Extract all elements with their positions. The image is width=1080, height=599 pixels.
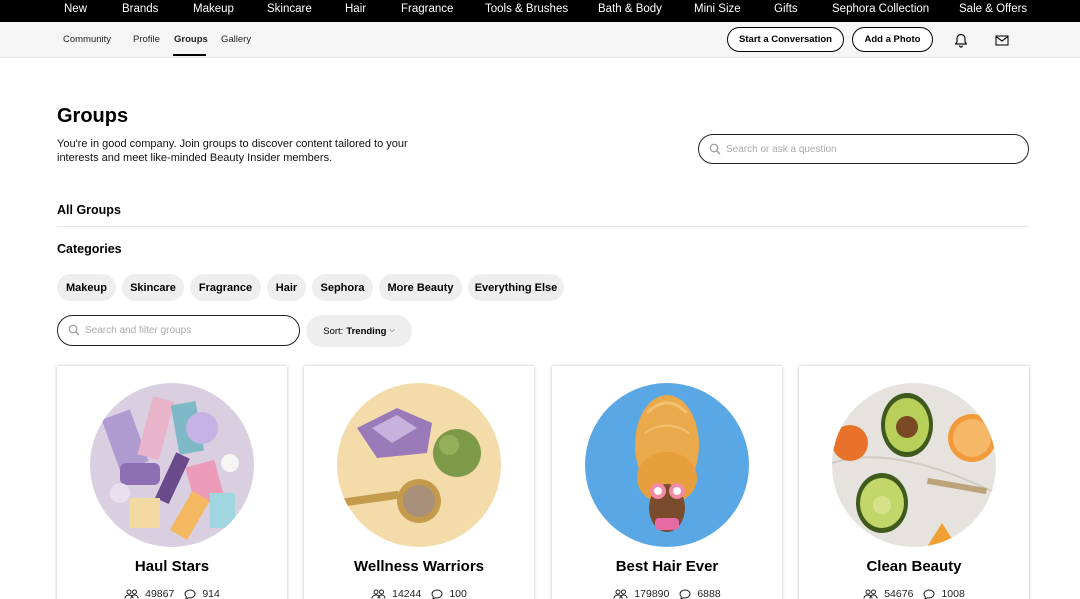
group-name[interactable]: Haul Stars bbox=[57, 558, 287, 575]
categories-heading: Categories bbox=[57, 242, 122, 256]
add-photo-button[interactable]: Add a Photo bbox=[852, 27, 933, 52]
group-card-best-hair-ever[interactable]: Best Hair Ever 179890 6888 bbox=[552, 366, 782, 599]
tab-groups[interactable]: Groups bbox=[174, 34, 208, 45]
group-name[interactable]: Wellness Warriors bbox=[304, 558, 534, 575]
nav-new[interactable]: New bbox=[64, 3, 87, 15]
ask-search-placeholder: Search or ask a question bbox=[726, 144, 837, 155]
group-stats: 54676 1008 bbox=[799, 588, 1029, 599]
comment-icon bbox=[679, 588, 691, 599]
page-intro: You're in good company. Join groups to d… bbox=[57, 138, 408, 164]
tab-gallery[interactable]: Gallery bbox=[221, 34, 251, 45]
sort-dropdown[interactable]: Sort: Trending ⌵ bbox=[306, 315, 412, 347]
nav-brands[interactable]: Brands bbox=[122, 3, 158, 15]
members-icon bbox=[863, 589, 878, 599]
category-chip-fragrance[interactable]: Fragrance bbox=[190, 274, 261, 301]
group-image bbox=[337, 383, 501, 547]
nav-makeup[interactable]: Makeup bbox=[193, 3, 234, 15]
category-chip-skincare[interactable]: Skincare bbox=[122, 274, 184, 301]
post-count: 100 bbox=[449, 588, 467, 599]
members-icon bbox=[371, 589, 386, 599]
member-count: 54676 bbox=[884, 588, 914, 599]
category-chip-hair[interactable]: Hair bbox=[267, 274, 306, 301]
nav-mini-size[interactable]: Mini Size bbox=[694, 3, 741, 15]
nav-sephora-collection[interactable]: Sephora Collection bbox=[832, 3, 929, 15]
category-chip-more-beauty[interactable]: More Beauty bbox=[379, 274, 462, 301]
search-icon bbox=[709, 143, 721, 155]
group-card-wellness-warriors[interactable]: Wellness Warriors 14244 100 bbox=[304, 366, 534, 599]
group-stats: 49867 914 bbox=[57, 588, 287, 599]
nav-fragrance[interactable]: Fragrance bbox=[401, 3, 453, 15]
filter-groups-placeholder: Search and filter groups bbox=[85, 325, 192, 336]
member-count: 179890 bbox=[634, 588, 670, 599]
community-subnav: Community Profile Groups Gallery Start a… bbox=[0, 22, 1080, 58]
mail-icon[interactable] bbox=[994, 32, 1010, 48]
filter-groups-input[interactable]: Search and filter groups bbox=[57, 315, 300, 346]
comment-icon bbox=[431, 588, 443, 599]
category-chip-makeup[interactable]: Makeup bbox=[57, 274, 116, 301]
members-icon bbox=[124, 589, 139, 599]
group-name[interactable]: Clean Beauty bbox=[799, 558, 1029, 575]
member-count: 49867 bbox=[145, 588, 175, 599]
group-stats: 179890 6888 bbox=[552, 588, 782, 599]
nav-bath-body[interactable]: Bath & Body bbox=[598, 3, 662, 15]
category-chip-everything-else[interactable]: Everything Else bbox=[468, 274, 564, 301]
group-card-clean-beauty[interactable]: Clean Beauty 54676 1008 bbox=[799, 366, 1029, 599]
group-stats: 14244 100 bbox=[304, 588, 534, 599]
post-count: 914 bbox=[202, 588, 220, 599]
nav-gifts[interactable]: Gifts bbox=[774, 3, 798, 15]
group-name[interactable]: Best Hair Ever bbox=[552, 558, 782, 575]
nav-hair[interactable]: Hair bbox=[345, 3, 366, 15]
group-card-haul-stars[interactable]: Haul Stars 49867 914 bbox=[57, 366, 287, 599]
active-tab-underline bbox=[173, 54, 206, 56]
page-title: Groups bbox=[57, 105, 129, 127]
tab-community[interactable]: Community bbox=[63, 34, 111, 45]
chevron-down-icon: ⌵ bbox=[389, 327, 395, 334]
comment-icon bbox=[923, 588, 935, 599]
start-conversation-button[interactable]: Start a Conversation bbox=[727, 27, 844, 52]
member-count: 14244 bbox=[392, 588, 422, 599]
section-divider bbox=[57, 226, 1029, 227]
sort-prefix: Sort: bbox=[323, 325, 344, 337]
search-icon bbox=[68, 324, 80, 336]
nav-skincare[interactable]: Skincare bbox=[267, 3, 312, 15]
post-count: 1008 bbox=[941, 588, 965, 599]
top-category-nav: New Brands Makeup Skincare Hair Fragranc… bbox=[0, 0, 1080, 22]
bell-icon[interactable] bbox=[953, 32, 969, 48]
category-chip-sephora[interactable]: Sephora bbox=[312, 274, 373, 301]
tab-profile[interactable]: Profile bbox=[133, 34, 160, 45]
post-count: 6888 bbox=[697, 588, 721, 599]
ask-search-input[interactable]: Search or ask a question bbox=[698, 134, 1029, 164]
nav-sale-offers[interactable]: Sale & Offers bbox=[959, 3, 1027, 15]
group-image bbox=[585, 383, 749, 547]
comment-icon bbox=[184, 588, 196, 599]
all-groups-heading[interactable]: All Groups bbox=[57, 203, 121, 217]
group-image bbox=[832, 383, 996, 547]
nav-tools-brushes[interactable]: Tools & Brushes bbox=[485, 3, 568, 15]
members-icon bbox=[613, 589, 628, 599]
sort-value: Trending bbox=[346, 325, 387, 337]
group-image bbox=[90, 383, 254, 547]
